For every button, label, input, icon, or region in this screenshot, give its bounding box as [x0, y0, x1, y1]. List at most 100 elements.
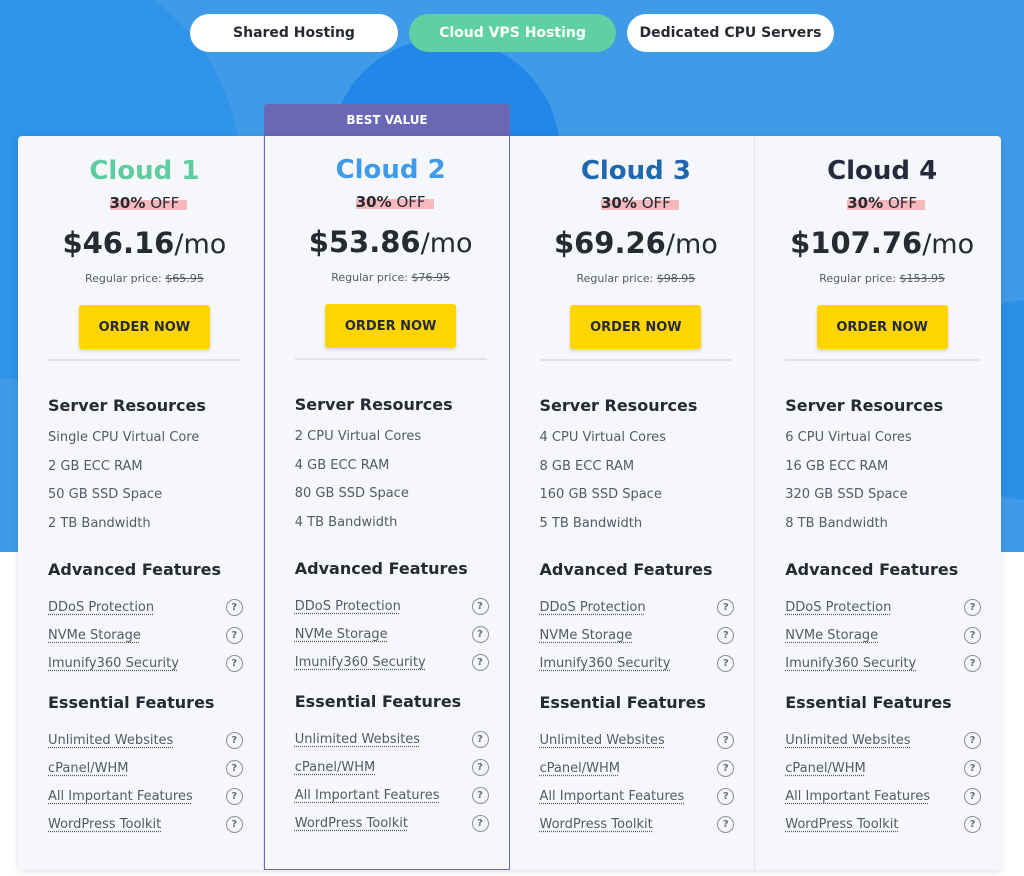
- plan-card-cloud-3: Cloud 3 30% OFF $69.26/mo Regular price:…: [510, 136, 756, 870]
- feature-link[interactable]: All Important Features: [540, 789, 685, 804]
- help-icon[interactable]: ?: [225, 598, 243, 616]
- feature-link[interactable]: NVMe Storage: [48, 628, 141, 643]
- feature-link[interactable]: All Important Features: [48, 789, 193, 804]
- feature-link[interactable]: Unlimited Websites: [295, 732, 420, 747]
- advanced-features-heading: Advanced Features: [294, 559, 468, 578]
- discount-label: 30% OFF: [48, 194, 241, 216]
- feature-link[interactable]: DDoS Protection: [540, 600, 646, 615]
- order-now-button[interactable]: ORDER NOW: [78, 305, 210, 349]
- regular-price: Regular price: $153.95: [819, 272, 945, 285]
- help-icon[interactable]: ?: [471, 730, 489, 748]
- help-icon[interactable]: ?: [471, 597, 489, 615]
- list-item: Imunify360 Security?: [785, 649, 981, 677]
- feature-link[interactable]: WordPress Toolkit: [295, 816, 408, 831]
- feature-link[interactable]: Imunify360 Security: [540, 656, 671, 671]
- feature-link[interactable]: cPanel/WHM: [785, 761, 865, 776]
- list-item: DDoS Protection?: [48, 593, 243, 621]
- feature-link[interactable]: WordPress Toolkit: [540, 817, 653, 832]
- help-icon[interactable]: ?: [225, 787, 243, 805]
- help-icon[interactable]: ?: [225, 654, 243, 672]
- feature-link[interactable]: All Important Features: [295, 788, 440, 803]
- help-icon[interactable]: ?: [964, 654, 981, 672]
- help-icon[interactable]: ?: [964, 598, 981, 616]
- list-item: 2 TB Bandwidth: [48, 515, 151, 531]
- list-item: DDoS Protection?: [540, 593, 735, 621]
- plan-card-cloud-4: Cloud 4 30% OFF $107.76/mo Regular price…: [755, 136, 1001, 870]
- essential-features-list: Unlimited Websites? cPanel/WHM? All Impo…: [48, 726, 243, 838]
- help-icon[interactable]: ?: [717, 815, 735, 833]
- divider: [294, 358, 487, 360]
- server-resources-heading: Server Resources: [785, 396, 944, 415]
- feature-link[interactable]: NVMe Storage: [540, 628, 633, 643]
- feature-link[interactable]: Unlimited Websites: [48, 733, 173, 748]
- feature-link[interactable]: DDoS Protection: [785, 600, 891, 615]
- feature-link[interactable]: All Important Features: [785, 789, 930, 804]
- help-icon[interactable]: ?: [717, 598, 735, 616]
- help-icon[interactable]: ?: [717, 731, 735, 749]
- help-icon[interactable]: ?: [964, 626, 981, 644]
- help-icon[interactable]: ?: [964, 815, 981, 833]
- feature-link[interactable]: Imunify360 Security: [48, 656, 179, 671]
- essential-features-list: Unlimited Websites? cPanel/WHM? All Impo…: [295, 725, 489, 837]
- feature-link[interactable]: cPanel/WHM: [295, 760, 375, 775]
- regular-price: Regular price: $98.95: [576, 272, 696, 285]
- list-item: 320 GB SSD Space: [785, 487, 908, 502]
- help-icon[interactable]: ?: [717, 626, 735, 644]
- list-item: 80 GB SSD Space: [294, 486, 409, 501]
- help-icon[interactable]: ?: [471, 758, 489, 776]
- feature-link[interactable]: Unlimited Websites: [785, 733, 910, 748]
- list-item: 4 TB Bandwidth: [294, 514, 398, 530]
- order-now-button[interactable]: ORDER NOW: [325, 304, 457, 348]
- regular-price: Regular price: $76.95: [331, 271, 450, 284]
- list-item: cPanel/WHM?: [785, 754, 981, 782]
- plan-price: $107.76/mo: [790, 226, 975, 260]
- feature-link[interactable]: cPanel/WHM: [48, 761, 128, 776]
- help-icon[interactable]: ?: [225, 731, 243, 749]
- server-resources-heading: Server Resources: [48, 396, 206, 415]
- feature-link[interactable]: Imunify360 Security: [785, 656, 916, 671]
- help-icon[interactable]: ?: [471, 625, 489, 643]
- list-item: 8 TB Bandwidth: [785, 515, 888, 531]
- help-icon[interactable]: ?: [471, 786, 489, 804]
- help-icon[interactable]: ?: [964, 759, 981, 777]
- plan-price: $69.26/mo: [553, 226, 718, 260]
- list-item: All Important Features?: [48, 782, 243, 810]
- tab-cloud-vps-hosting[interactable]: Cloud VPS Hosting: [409, 14, 616, 52]
- feature-link[interactable]: Imunify360 Security: [295, 655, 426, 670]
- tab-shared-hosting[interactable]: Shared Hosting: [190, 14, 398, 52]
- help-icon[interactable]: ?: [225, 626, 243, 644]
- help-icon[interactable]: ?: [717, 759, 735, 777]
- help-icon[interactable]: ?: [964, 731, 981, 749]
- feature-link[interactable]: WordPress Toolkit: [785, 817, 898, 832]
- divider: [785, 359, 979, 361]
- list-item: WordPress Toolkit?: [48, 810, 243, 838]
- feature-link[interactable]: Unlimited Websites: [540, 733, 665, 748]
- tab-dedicated-cpu-servers[interactable]: Dedicated CPU Servers: [627, 14, 834, 52]
- list-item: Imunify360 Security?: [540, 649, 735, 677]
- order-now-button[interactable]: ORDER NOW: [816, 305, 948, 349]
- order-now-button[interactable]: ORDER NOW: [570, 305, 702, 349]
- help-icon[interactable]: ?: [964, 787, 981, 805]
- feature-link[interactable]: WordPress Toolkit: [48, 817, 161, 832]
- discount-label: 30% OFF: [785, 194, 979, 216]
- feature-link[interactable]: NVMe Storage: [295, 627, 388, 642]
- feature-link[interactable]: DDoS Protection: [295, 599, 401, 614]
- help-icon[interactable]: ?: [471, 653, 489, 671]
- essential-features-heading: Essential Features: [539, 693, 706, 712]
- feature-link[interactable]: DDoS Protection: [48, 600, 154, 615]
- list-item: NVMe Storage?: [540, 621, 735, 649]
- help-icon[interactable]: ?: [717, 787, 735, 805]
- list-item: All Important Features?: [785, 782, 981, 810]
- list-item: DDoS Protection?: [785, 593, 981, 621]
- list-item: Imunify360 Security?: [295, 648, 489, 676]
- help-icon[interactable]: ?: [717, 654, 735, 672]
- list-item: Unlimited Websites?: [48, 726, 243, 754]
- feature-link[interactable]: NVMe Storage: [785, 628, 878, 643]
- help-icon[interactable]: ?: [225, 759, 243, 777]
- advanced-features-heading: Advanced Features: [785, 560, 959, 579]
- help-icon[interactable]: ?: [225, 815, 243, 833]
- help-icon[interactable]: ?: [471, 814, 489, 832]
- feature-link[interactable]: cPanel/WHM: [540, 761, 620, 776]
- list-item: DDoS Protection?: [295, 592, 489, 620]
- server-resources-list: 4 CPU Virtual Cores 8 GB ECC RAM 160 GB …: [540, 430, 733, 544]
